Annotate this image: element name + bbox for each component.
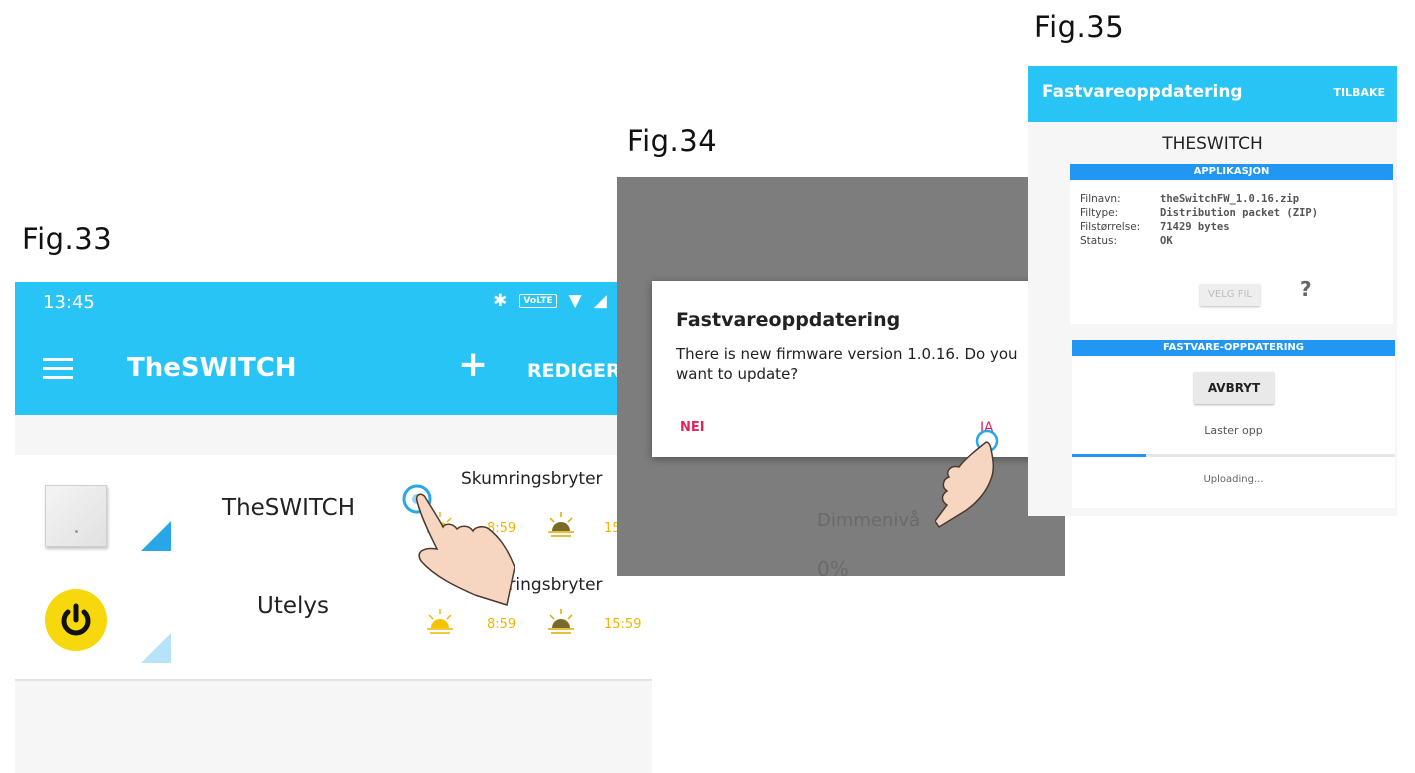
file-info-label: Filtype: <box>1080 207 1119 219</box>
screen-title: Fastvareoppdatering <box>1042 82 1243 102</box>
sunrise-icon <box>427 609 453 634</box>
signal-icon: ◢ <box>593 291 607 311</box>
status-bar: 13:45 ✱ VoLTE ▼ ◢ ϟ <box>15 282 652 326</box>
upload-status: Laster opp <box>1204 424 1263 437</box>
corner-indicator <box>141 521 171 551</box>
device-name: Utelys <box>257 593 329 619</box>
status-time: 13:45 <box>43 292 95 313</box>
section-header: APPLIKASJON <box>1070 164 1393 180</box>
upload-progress-bar <box>1072 454 1395 457</box>
firmware-upload-screen: Fastvareoppdatering TILBAKE THESWITCH AP… <box>1028 66 1397 516</box>
dialog-title: Fastvareoppdatering <box>676 309 901 331</box>
file-info-value: 71429 bytes <box>1160 221 1230 233</box>
firmware-update-section: FASTVARE-OPPDATERING AVBRYT Laster opp U… <box>1072 340 1395 508</box>
file-info-value: Distribution packet (ZIP) <box>1160 207 1319 219</box>
file-info: Filnavn: theSwitchFW_1.0.16.zip Filtype: D… <box>1080 192 1318 248</box>
no-button[interactable]: NEI <box>680 420 705 435</box>
sunrise-time: 8:59 <box>487 617 517 632</box>
figure-label-33: Fig.33 <box>22 222 113 256</box>
upload-progress-fill <box>1072 454 1147 457</box>
dialog-message: There is new firmware version 1.0.16. Do… <box>676 345 1018 383</box>
file-info-value: OK <box>1160 235 1173 247</box>
device-row[interactable]: Utelys Skumringsbryter 8:59 15:59 <box>15 567 652 681</box>
volte-icon: VoLTE <box>519 294 557 308</box>
app-bar: TheSWITCH + REDIGERE <box>15 326 652 415</box>
help-button[interactable]: ? <box>1300 277 1312 301</box>
device-name: THESWITCH <box>1162 134 1263 154</box>
device-name: TheSWITCH <box>222 495 355 521</box>
figure-label-35: Fig.35 <box>1034 10 1125 44</box>
wifi-icon: ▼ <box>568 291 582 311</box>
file-info-label: Filstørrelse: <box>1080 221 1141 233</box>
tap-hand-icon <box>402 484 515 606</box>
sunset-icon <box>548 609 574 634</box>
hamburger-menu-icon[interactable] <box>43 358 73 380</box>
dim-level-label: Dimmenivå <box>817 510 921 531</box>
sunset-time: 15:59 <box>604 617 642 632</box>
tap-hand-icon <box>935 429 999 529</box>
cancel-button[interactable]: AVBRYT <box>1194 372 1274 404</box>
sunset-icon <box>548 512 574 537</box>
select-file-button[interactable]: VELG FIL <box>1200 284 1260 306</box>
back-button[interactable]: TILBAKE <box>1333 86 1385 99</box>
firmware-prompt-screen: Dimmenivå 0% Fastvareoppdatering There i… <box>617 177 1065 576</box>
device-list-screen: 13:45 ✱ VoLTE ▼ ◢ ϟ TheSWITCH + REDIGERE… <box>15 282 652 773</box>
section-header: FASTVARE-OPPDATERING <box>1072 340 1395 356</box>
file-info-label: Status: <box>1080 235 1117 247</box>
bluetooth-icon: ✱ <box>493 291 508 311</box>
app-title: TheSWITCH <box>127 353 297 383</box>
dim-level-value: 0% <box>817 557 849 576</box>
file-info-label: Filnavn: <box>1080 193 1121 205</box>
uploading-label: Uploading... <box>1203 474 1264 485</box>
file-info-value: theSwitchFW_1.0.16.zip <box>1160 193 1300 205</box>
application-section: APPLIKASJON Filnavn: theSwitchFW_1.0.16.z… <box>1070 164 1393 324</box>
device-row[interactable]: TheSWITCH Skumringsbryter 8:59 15:59 <box>15 455 652 569</box>
add-device-button[interactable]: + <box>458 344 488 385</box>
figure-label-34: Fig.34 <box>627 124 718 158</box>
corner-indicator <box>141 633 171 663</box>
top-bar: Fastvareoppdatering TILBAKE <box>1028 66 1397 122</box>
